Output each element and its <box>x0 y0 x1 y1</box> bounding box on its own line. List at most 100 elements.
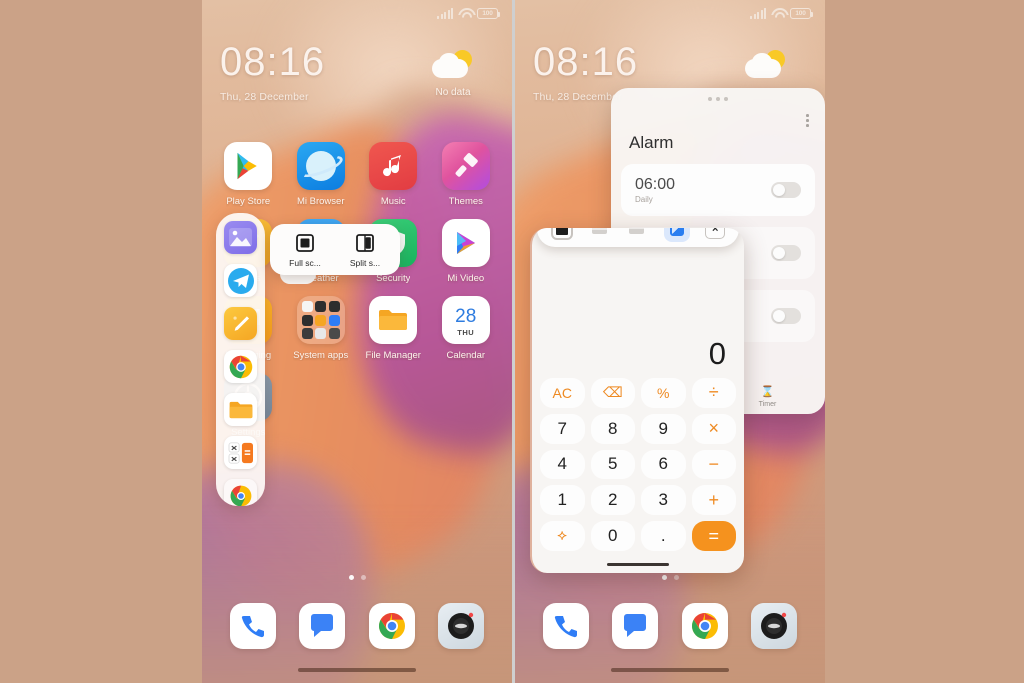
chrome-icon[interactable] <box>681 603 728 649</box>
notes-icon[interactable] <box>224 307 257 340</box>
key-9[interactable]: 9 <box>641 413 686 444</box>
clock-widget-left[interactable]: 08:16 Thu, 28 December <box>220 42 325 103</box>
key-5[interactable]: 5 <box>590 449 635 480</box>
app-mi-video[interactable]: Mi Video <box>430 219 503 284</box>
key-decimal[interactable]: . <box>641 521 686 551</box>
mi-browser-icon <box>296 142 345 190</box>
dock-right <box>515 603 825 649</box>
status-bar-right: 100 <box>515 0 825 26</box>
page-indicator <box>202 575 512 580</box>
calendar-date: 28 <box>455 306 477 327</box>
phone-icon[interactable] <box>229 603 276 649</box>
camera-icon[interactable] <box>438 603 485 649</box>
key-2[interactable]: 2 <box>590 485 635 516</box>
page-dot-active[interactable] <box>661 575 667 580</box>
key-minus[interactable]: − <box>691 449 736 480</box>
left-gutter <box>0 0 202 683</box>
app-play-store[interactable]: Play Store <box>212 142 285 207</box>
calculator-floating-window[interactable]: × 0 AC ⌫ % ÷ 7 8 9 × 4 5 6 − 1 2 3 + ⯎ 0… <box>530 228 744 573</box>
alarm-toggle[interactable] <box>771 245 801 261</box>
app-system-apps[interactable]: System apps <box>285 296 358 361</box>
app-label: Calendar <box>446 350 486 361</box>
key-7[interactable]: 7 <box>540 413 585 444</box>
telegram-icon[interactable] <box>224 264 257 297</box>
small-window-icon[interactable] <box>588 228 610 240</box>
calculator-icon[interactable] <box>224 436 257 469</box>
alarm-time: 06:00 <box>635 175 676 193</box>
split-screen-icon <box>355 233 375 253</box>
chrome-icon[interactable] <box>224 350 257 383</box>
app-music[interactable]: Music <box>357 142 430 207</box>
weather-widget-right[interactable] <box>731 50 801 82</box>
key-divide[interactable]: ÷ <box>691 378 736 408</box>
calculator-display: 0 <box>532 250 744 380</box>
phone-panel-right: 100 08:16 Thu, 28 December Alarm 06:00 D… <box>515 0 825 683</box>
file-manager-icon[interactable] <box>224 393 257 426</box>
camera-icon[interactable] <box>751 603 798 649</box>
app-mi-browser[interactable]: Mi Browser <box>285 142 358 207</box>
mi-video-icon <box>441 219 490 267</box>
signal-bars-icon <box>750 7 766 19</box>
key-scientific[interactable]: ⯎ <box>540 521 585 551</box>
gallery-icon[interactable] <box>224 221 257 254</box>
key-4[interactable]: 4 <box>540 449 585 480</box>
file-manager-icon <box>369 296 418 344</box>
page-dot[interactable] <box>360 575 366 580</box>
weather-status: No data <box>435 87 471 98</box>
app-label: Mi Video <box>447 273 485 284</box>
fullscreen-square-icon[interactable] <box>550 228 573 240</box>
key-0[interactable]: 0 <box>590 521 635 551</box>
key-equals[interactable]: = <box>691 521 736 551</box>
tab-label: Timer <box>758 401 777 408</box>
music-icon <box>369 142 418 190</box>
alarm-toggle[interactable] <box>771 182 801 198</box>
key-6[interactable]: 6 <box>641 449 686 480</box>
app-calendar[interactable]: 28 THU Calendar <box>430 296 503 361</box>
close-x-icon[interactable]: × <box>705 228 726 239</box>
key-8[interactable]: 8 <box>590 413 635 444</box>
chrome-icon[interactable] <box>368 603 415 649</box>
messages-icon[interactable] <box>612 603 659 649</box>
small-window-icon[interactable] <box>626 228 648 240</box>
drag-handle-dots-icon[interactable] <box>611 88 825 101</box>
floating-sidebar[interactable] <box>216 213 265 506</box>
alarm-toggle[interactable] <box>771 308 801 324</box>
sun-behind-cloud-icon <box>743 50 789 82</box>
window-mode-toolbar[interactable]: × <box>537 228 739 247</box>
page-dot-active[interactable] <box>348 575 354 580</box>
page-dot[interactable] <box>673 575 679 580</box>
nav-gesture-bar-right[interactable] <box>515 668 825 672</box>
menu-item-fullscreen[interactable]: Full sc... <box>278 233 332 268</box>
status-bar-left: 100 <box>202 0 512 26</box>
key-plus[interactable]: + <box>691 485 736 516</box>
key-1[interactable]: 1 <box>540 485 585 516</box>
weather-widget-left[interactable]: No data <box>418 50 488 98</box>
key-percent[interactable]: % <box>641 378 686 408</box>
battery-level: 100 <box>795 9 806 17</box>
key-backspace[interactable]: ⌫ <box>590 378 635 408</box>
app-label: File Manager <box>365 350 421 361</box>
app-file-manager[interactable]: File Manager <box>357 296 430 361</box>
alarm-row[interactable]: 06:00 Daily <box>621 164 815 216</box>
apps-folder-icon[interactable] <box>224 479 257 506</box>
phone-icon[interactable] <box>542 603 589 649</box>
clock-time: 08:16 <box>533 40 639 84</box>
window-mode-popup-menu[interactable]: Full sc... Split s... <box>270 224 400 275</box>
more-vertical-icon[interactable] <box>806 114 809 127</box>
menu-item-split-screen[interactable]: Split s... <box>338 233 392 268</box>
floating-window-icon[interactable] <box>663 228 690 242</box>
tab-timer[interactable]: ⌛ Timer <box>746 387 790 409</box>
nav-gesture-bar-left[interactable] <box>202 668 512 672</box>
clock-date: Thu, 28 December <box>220 91 309 103</box>
calculator-window-gesture-bar[interactable] <box>532 562 744 566</box>
calendar-icon: 28 THU <box>441 296 490 344</box>
key-3[interactable]: 3 <box>641 485 686 516</box>
messages-icon[interactable] <box>299 603 346 649</box>
battery-icon: 100 <box>477 7 500 19</box>
app-label: Play Store <box>226 196 271 207</box>
calendar-weekday: THU <box>457 328 475 337</box>
key-multiply[interactable]: × <box>691 413 736 444</box>
app-themes[interactable]: Themes <box>430 142 503 207</box>
battery-icon: 100 <box>790 7 813 19</box>
key-ac[interactable]: AC <box>540 378 585 408</box>
